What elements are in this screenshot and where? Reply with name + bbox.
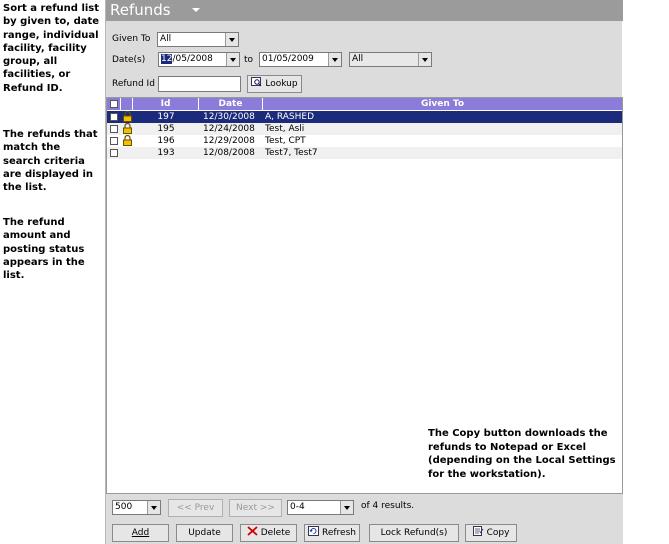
given-to-select[interactable]: All [157,32,239,47]
facility-select[interactable]: All [349,52,432,67]
prev-page-button[interactable]: << Prev [168,499,223,517]
chevron-down-icon [147,501,160,514]
page-title: Refunds [110,1,171,19]
select-all-checkbox[interactable] [110,100,118,108]
help-sort-text: Sort a refund list by given to, date ran… [3,3,100,94]
table-row[interactable]: 197 12/30/2008 A, RASHED [107,111,622,123]
column-header-date[interactable]: Date [199,98,263,110]
cell-id: 197 [157,112,175,122]
refresh-button[interactable]: Refresh [304,524,360,542]
given-to-label: Given To [112,34,151,44]
cell-given-to: Test, Asli [265,124,305,134]
row-checkbox[interactable] [110,125,118,133]
refresh-icon [308,526,319,536]
cell-date: 12/24/2008 [203,124,255,134]
chevron-down-icon [340,501,353,514]
chevron-down-icon [328,53,341,66]
refund-id-input[interactable] [158,76,241,92]
help-list-text: The refunds that match the search criter… [3,129,98,194]
copy-button[interactable]: Copy [465,524,517,542]
copy-icon [472,526,483,536]
copy-help-text: The Copy button downloads the refunds to… [428,428,616,480]
lookup-icon [251,77,262,87]
results-count: of 4 results. [361,501,415,511]
column-header-given-to[interactable]: Given To [263,98,622,110]
delete-x-icon [247,526,258,536]
to-label: to [244,55,254,65]
date-from-select[interactable]: 12/05/2008 [158,52,240,67]
update-button[interactable]: Update [176,524,233,542]
lock-icon [123,111,132,122]
page-size-select[interactable]: 500 [112,500,161,515]
dates-label: Date(s) [112,55,146,65]
cell-given-to: Test7, Test7 [265,148,318,158]
chevron-down-icon [418,53,431,66]
lock-icon [123,135,132,146]
table-row[interactable]: 195 12/24/2008 Test, Asli [107,123,622,135]
list-header: Id Date Given To [107,98,622,110]
column-header-id[interactable]: Id [133,98,199,110]
chevron-down-icon [226,53,239,66]
lock-refunds-button[interactable]: Lock Refund(s) [369,524,459,542]
table-row[interactable]: 193 12/08/2008 Test7, Test7 [107,147,622,159]
lookup-button[interactable]: Lookup [247,75,302,93]
refunds-panel: Refunds Given To All Date(s) 12/05/2008 … [105,0,623,544]
cell-date: 12/30/2008 [203,112,255,122]
cell-date: 12/29/2008 [203,136,255,146]
date-to-select[interactable]: 01/05/2009 [259,52,342,67]
add-button[interactable]: Add [112,524,169,542]
chevron-down-icon [225,33,238,46]
refund-id-label: Refund Id [112,79,155,89]
lock-icon [123,123,132,134]
cell-id: 196 [157,136,175,146]
row-checkbox[interactable] [110,113,118,121]
cell-id: 195 [157,124,175,134]
next-page-button[interactable]: Next >> [229,499,282,517]
lock-column [121,98,133,110]
footer-bar: 500 << Prev Next >> 0-4 of 4 results. Ad… [106,494,623,544]
row-checkbox[interactable] [110,149,118,157]
cell-date: 12/08/2008 [203,148,255,158]
title-dropdown-icon[interactable] [192,8,200,12]
table-row[interactable]: 196 12/29/2008 Test, CPT [107,135,622,147]
cell-id: 193 [157,148,175,158]
title-bar: Refunds [106,0,623,21]
row-checkbox[interactable] [110,137,118,145]
cell-given-to: A, RASHED [265,112,315,122]
help-amount-text: The refund amount and posting status app… [3,217,85,282]
date-from-highlight: 12 [161,54,173,64]
select-all-column [107,98,121,110]
page-range-select[interactable]: 0-4 [287,500,354,515]
delete-button[interactable]: Delete [240,524,297,542]
cell-given-to: Test, CPT [265,136,306,146]
